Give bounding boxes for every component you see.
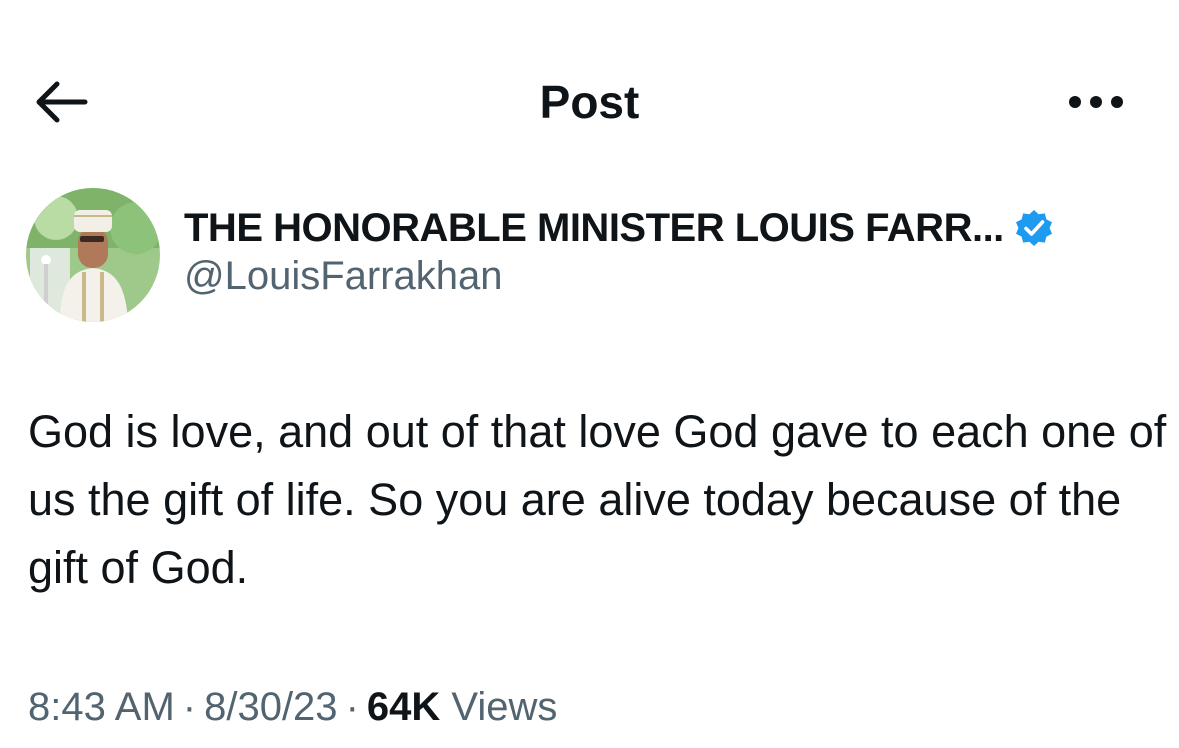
page-title: Post bbox=[539, 76, 640, 128]
user-handle[interactable]: @LouisFarrakhan bbox=[184, 252, 503, 300]
post-detail-page: Post THE HONORABLE MINISTER LOUIS FARR..… bbox=[0, 0, 1179, 748]
author-info: THE HONORABLE MINISTER LOUIS FARR... @Lo… bbox=[26, 188, 1156, 324]
more-horizontal-icon bbox=[1069, 96, 1123, 108]
top-bar: Post bbox=[0, 60, 1179, 144]
avatar-image bbox=[26, 188, 160, 322]
verified-badge-icon bbox=[1014, 208, 1054, 248]
post-text: God is love, and out of that love God ga… bbox=[28, 406, 1167, 593]
avatar[interactable] bbox=[26, 188, 160, 322]
views-count: 64K bbox=[366, 685, 441, 729]
more-options-button[interactable] bbox=[1060, 82, 1132, 122]
post-date[interactable]: 8/30/23 bbox=[204, 685, 337, 729]
post-meta: 8:43 AM · 8/30/23 · 64K Views bbox=[28, 682, 557, 732]
views-label: Views bbox=[451, 685, 558, 729]
separator: · bbox=[182, 685, 197, 729]
display-name-row[interactable]: THE HONORABLE MINISTER LOUIS FARR... bbox=[184, 204, 1054, 252]
separator: · bbox=[345, 685, 359, 729]
display-name: THE HONORABLE MINISTER LOUIS FARR... bbox=[184, 206, 1004, 250]
post-time[interactable]: 8:43 AM bbox=[28, 685, 175, 729]
